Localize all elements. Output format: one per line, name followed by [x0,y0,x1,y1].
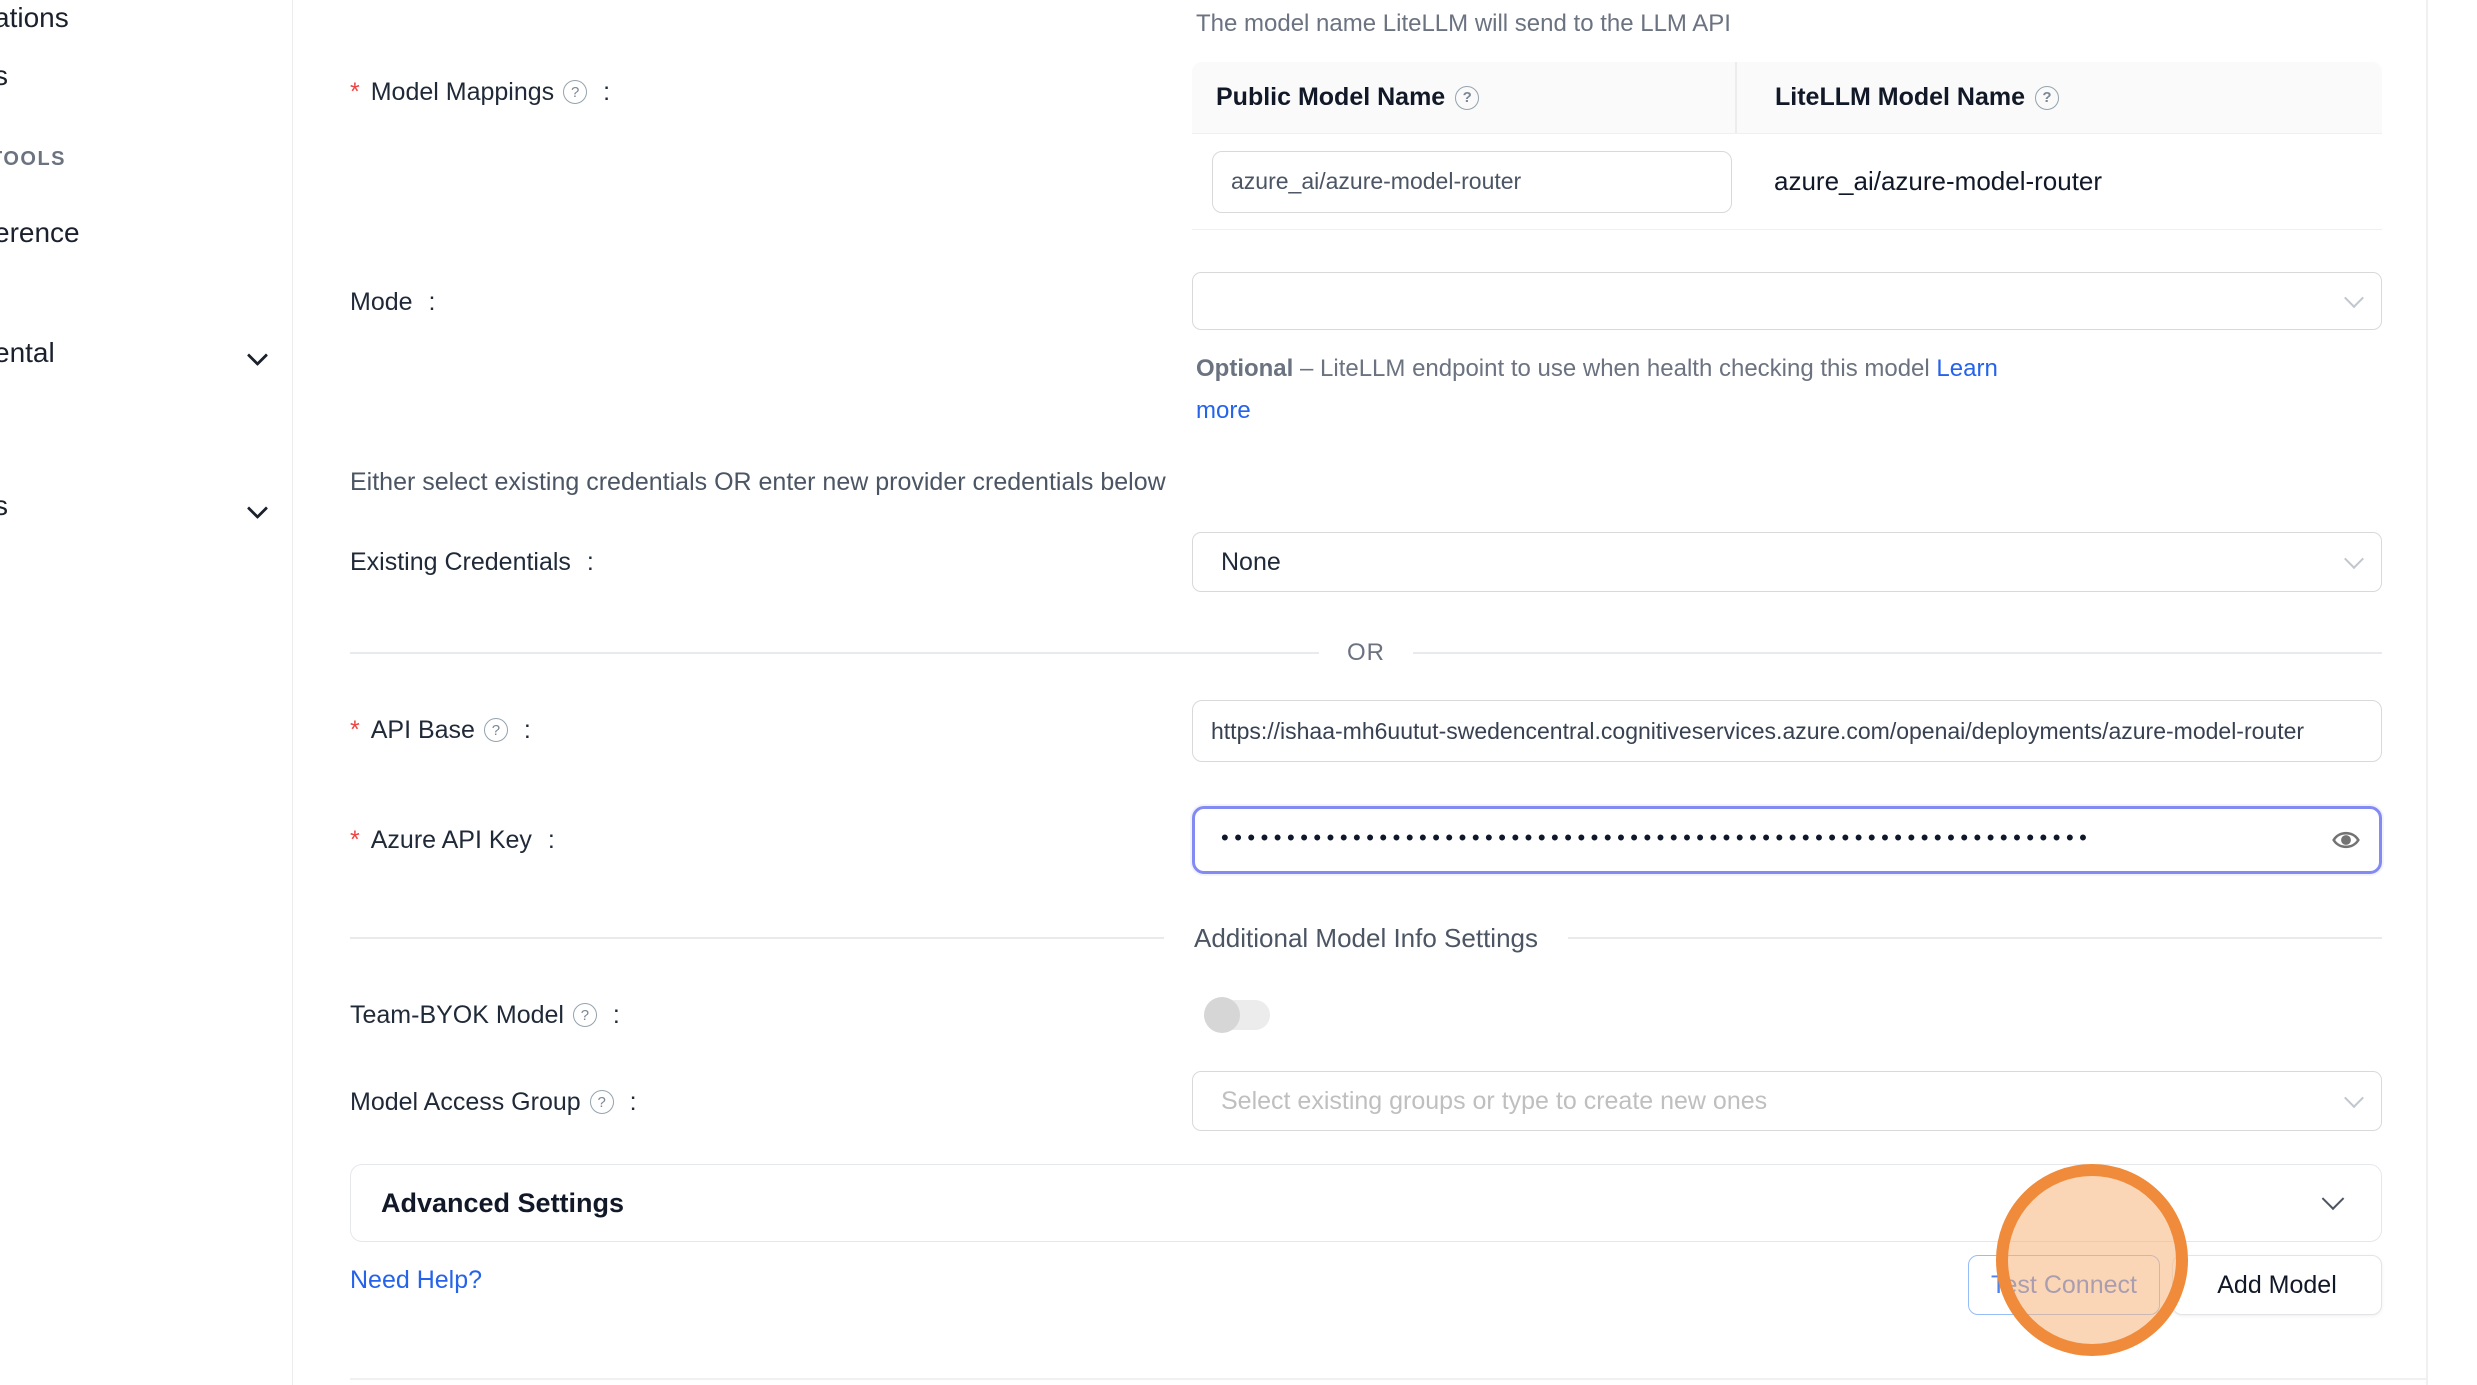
azure-api-key-label: * Azure API Key [350,820,555,860]
sidebar-item-label: erence [0,217,80,249]
sidebar-item-label: ental [0,337,55,369]
chevron-down-icon [2344,288,2364,308]
sidebar-item-ental[interactable]: ental [0,337,55,369]
test-connect-button[interactable]: Test Connect [1968,1255,2160,1315]
sidebar-item-label: ations [0,2,69,34]
sidebar-item-ations[interactable]: ations [0,2,69,34]
bottom-divider [350,1378,2428,1380]
required-asterisk: * [350,716,360,745]
table-row: azure_ai/azure-model-router [1192,134,2382,230]
chevron-down-icon [2322,1187,2345,1210]
help-icon[interactable]: ? [2035,86,2059,110]
help-icon[interactable]: ? [484,718,508,742]
team-byok-toggle[interactable] [1206,1000,1270,1030]
chevron-down-icon[interactable] [247,498,268,519]
model-access-group-placeholder: Select existing groups or type to create… [1221,1087,2347,1116]
add-model-button[interactable]: Add Model [2172,1255,2382,1315]
sidebar-item-s2[interactable]: s [0,490,8,522]
help-icon[interactable]: ? [573,1003,597,1027]
credentials-note: Either select existing credentials OR en… [350,468,1166,497]
chevron-down-icon [2344,1088,2364,1108]
model-name-hint: The model name LiteLLM will send to the … [1196,10,1731,38]
mode-select[interactable] [1192,272,2382,330]
model-access-group-label: Model Access Group ? [350,1082,637,1122]
required-asterisk: * [350,826,360,855]
add-model-form-page: ations s TOOLS erence ental s The model … [0,0,2477,1385]
sidebar-item-label: s [0,490,8,522]
existing-credentials-value: None [1221,548,2347,577]
model-mappings-table: Public Model Name ? LiteLLM Model Name ?… [1192,62,2382,230]
column-litellm-model-name: LiteLLM Model Name ? [1737,62,2382,133]
or-divider: OR [350,637,2382,669]
azure-api-key-input[interactable]: ••••••••••••••••••••••••••••••••••••••••… [1192,806,2382,874]
advanced-settings-title: Advanced Settings [381,1188,2325,1219]
sidebar-item-s1[interactable]: s [0,60,8,92]
sidebar-section-tools: TOOLS [0,148,66,171]
need-help-link[interactable]: Need Help? [350,1266,482,1295]
masked-api-key: ••••••••••••••••••••••••••••••••••••••••… [1221,825,2331,851]
team-byok-label: Team-BYOK Model ? [350,995,620,1035]
required-asterisk: * [350,78,360,107]
help-icon[interactable]: ? [590,1090,614,1114]
api-base-label: * API Base ? [350,710,531,750]
model-mappings-header: Public Model Name ? LiteLLM Model Name ? [1192,62,2382,134]
advanced-settings-panel[interactable]: Advanced Settings [350,1164,2382,1242]
mode-help-prefix: Optional [1196,355,1293,382]
mode-help-text: Optional – LiteLLM endpoint to use when … [1196,348,2046,432]
public-model-name-input[interactable] [1212,151,1732,213]
api-base-input[interactable] [1192,700,2382,762]
column-public-model-name: Public Model Name ? [1192,62,1737,133]
chevron-down-icon[interactable] [247,345,268,366]
litellm-model-name-value: azure_ai/azure-model-router [1774,166,2102,197]
sidebar-item-label: s [0,60,8,92]
additional-settings-divider: Additional Model Info Settings [350,921,2382,955]
sidebar: ations s TOOLS erence ental s [0,0,293,1385]
content-right-edge [2426,0,2428,1385]
existing-credentials-select[interactable]: None [1192,532,2382,592]
help-icon[interactable]: ? [563,80,587,104]
mode-label: Mode [350,282,435,322]
sidebar-section-label: TOOLS [0,148,66,170]
existing-credentials-label: Existing Credentials [350,542,594,582]
model-mappings-label: * Model Mappings ? [350,72,610,112]
chevron-down-icon [2344,549,2364,569]
model-access-group-select[interactable]: Select existing groups or type to create… [1192,1071,2382,1131]
help-icon[interactable]: ? [1455,86,1479,110]
sidebar-item-erence[interactable]: erence [0,217,80,249]
toggle-knob [1204,997,1240,1033]
eye-icon[interactable] [2331,825,2361,855]
